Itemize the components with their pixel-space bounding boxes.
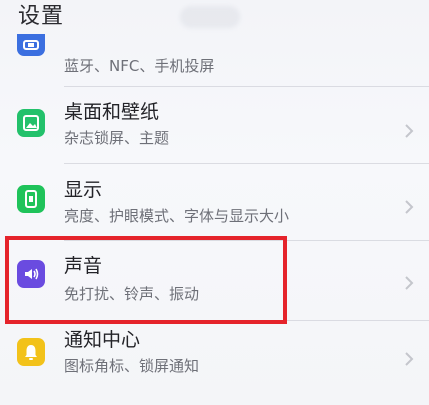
bluetooth-icon bbox=[17, 34, 45, 56]
chevron-right-icon bbox=[405, 352, 414, 366]
wallpaper-icon bbox=[17, 109, 45, 137]
settings-item-subtitle: 蓝牙、NFC、手机投屏 bbox=[64, 57, 215, 75]
settings-item-notifications[interactable]: 通知中心 图标角标、锁屏通知 bbox=[0, 324, 429, 396]
search-bar[interactable] bbox=[180, 6, 240, 28]
divider bbox=[64, 86, 429, 87]
divider bbox=[64, 163, 429, 164]
settings-item-subtitle: 图标角标、锁屏通知 bbox=[64, 357, 200, 375]
settings-item-label: 桌面和壁纸 bbox=[64, 101, 160, 123]
chevron-right-icon bbox=[405, 276, 414, 290]
settings-item-label: 显示 bbox=[64, 179, 103, 201]
chevron-right-icon bbox=[405, 200, 414, 214]
settings-item-label: 通知中心 bbox=[64, 329, 141, 351]
settings-item-wallpaper[interactable]: 桌面和壁纸 杂志锁屏、主题 bbox=[0, 92, 429, 164]
display-icon bbox=[17, 185, 45, 213]
page-title: 设置 bbox=[18, 4, 65, 29]
settings-screen: 设置 蓝牙、NFC、手机投屏 桌面和壁纸 杂志锁屏、主题 显示 亮度、护眼模式、… bbox=[0, 0, 429, 405]
highlight-box bbox=[5, 236, 287, 324]
notification-bell-icon bbox=[17, 338, 45, 366]
settings-item-subtitle: 杂志锁屏、主题 bbox=[64, 129, 170, 147]
settings-item-display[interactable]: 显示 亮度、护眼模式、字体与显示大小 bbox=[0, 168, 429, 240]
chevron-right-icon bbox=[405, 124, 414, 138]
settings-item-subtitle: 亮度、护眼模式、字体与显示大小 bbox=[64, 207, 290, 225]
settings-item-connections[interactable]: 蓝牙、NFC、手机投屏 bbox=[0, 28, 429, 100]
